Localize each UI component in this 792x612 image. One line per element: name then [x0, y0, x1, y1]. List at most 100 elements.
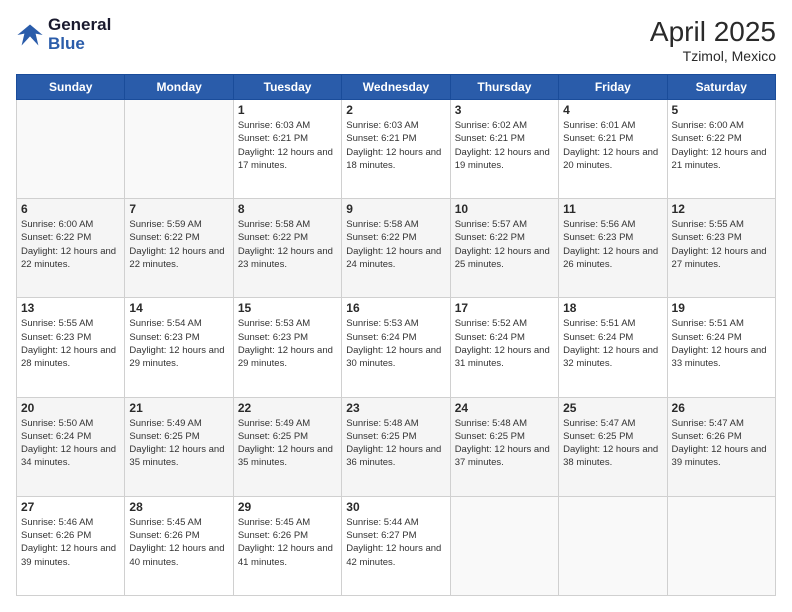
day-number: 25 — [563, 401, 662, 415]
calendar-week-row: 6Sunrise: 6:00 AM Sunset: 6:22 PM Daylig… — [17, 199, 776, 298]
table-row: 18 Sunrise: 5:51 AM Sunset: 6:24 PM Dayli… — [559, 298, 667, 397]
table-row — [17, 100, 125, 199]
day-number: 29 — [238, 500, 337, 514]
table-row: 14 Sunrise: 5:54 AM Sunset: 6:23 PM Dayli… — [125, 298, 233, 397]
day-info: Sunrise: 5:55 AM Sunset: 6:23 PM Dayligh… — [672, 218, 771, 271]
calendar-week-row: 27 Sunrise: 5:46 AM Sunset: 6:26 PM Dayli… — [17, 496, 776, 595]
day-number: 9 — [346, 202, 445, 216]
table-row: 24 Sunrise: 5:48 AM Sunset: 6:25 PM Dayli… — [450, 397, 558, 496]
header-sunday: Sunday — [17, 75, 125, 100]
table-row: 8 Sunrise: 5:58 AM Sunset: 6:22 PM Daylig… — [233, 199, 341, 298]
table-row: 28 Sunrise: 5:45 AM Sunset: 6:26 PM Dayli… — [125, 496, 233, 595]
day-info: Sunrise: 5:51 AM Sunset: 6:24 PM Dayligh… — [672, 317, 771, 370]
day-number: 19 — [672, 301, 771, 315]
table-row: 19 Sunrise: 5:51 AM Sunset: 6:24 PM Dayli… — [667, 298, 775, 397]
table-row: 1 Sunrise: 6:03 AM Sunset: 6:21 PM Daylig… — [233, 100, 341, 199]
day-number: 14 — [129, 301, 228, 315]
table-row: 29Sunrise: 5:45 AM Sunset: 6:26 PM Dayli… — [233, 496, 341, 595]
day-number: 15 — [238, 301, 337, 315]
table-row — [450, 496, 558, 595]
table-row: 4 Sunrise: 6:01 AM Sunset: 6:21 PM Daylig… — [559, 100, 667, 199]
table-row — [667, 496, 775, 595]
day-info: Sunrise: 5:53 AM Sunset: 6:23 PM Dayligh… — [238, 317, 337, 370]
header-monday: Monday — [125, 75, 233, 100]
table-row — [125, 100, 233, 199]
day-number: 2 — [346, 103, 445, 117]
day-number: 8 — [238, 202, 337, 216]
table-row: 17Sunrise: 5:52 AM Sunset: 6:24 PM Dayli… — [450, 298, 558, 397]
table-row — [559, 496, 667, 595]
day-info: Sunrise: 6:02 AM Sunset: 6:21 PM Dayligh… — [455, 119, 554, 172]
day-info: Sunrise: 5:48 AM Sunset: 6:25 PM Dayligh… — [346, 417, 445, 470]
table-row: 5 Sunrise: 6:00 AM Sunset: 6:22 PM Daylig… — [667, 100, 775, 199]
day-number: 16 — [346, 301, 445, 315]
day-number: 28 — [129, 500, 228, 514]
day-info: Sunrise: 5:51 AM Sunset: 6:24 PM Dayligh… — [563, 317, 662, 370]
day-info: Sunrise: 6:01 AM Sunset: 6:21 PM Dayligh… — [563, 119, 662, 172]
table-row: 3 Sunrise: 6:02 AM Sunset: 6:21 PM Daylig… — [450, 100, 558, 199]
day-number: 20 — [21, 401, 120, 415]
day-number: 13 — [21, 301, 120, 315]
day-number: 24 — [455, 401, 554, 415]
day-number: 17 — [455, 301, 554, 315]
table-row: 6Sunrise: 6:00 AM Sunset: 6:22 PM Daylig… — [17, 199, 125, 298]
header-thursday: Thursday — [450, 75, 558, 100]
day-info: Sunrise: 5:47 AM Sunset: 6:26 PM Dayligh… — [672, 417, 771, 470]
table-row: 26 Sunrise: 5:47 AM Sunset: 6:26 PM Dayli… — [667, 397, 775, 496]
table-row: 30Sunrise: 5:44 AM Sunset: 6:27 PM Dayli… — [342, 496, 450, 595]
calendar-week-row: 13 Sunrise: 5:55 AM Sunset: 6:23 PM Dayli… — [17, 298, 776, 397]
day-info: Sunrise: 5:58 AM Sunset: 6:22 PM Dayligh… — [346, 218, 445, 271]
title-area: April 2025 Tzimol, Mexico — [650, 16, 776, 64]
day-number: 12 — [672, 202, 771, 216]
header-tuesday: Tuesday — [233, 75, 341, 100]
logo-text: General Blue — [48, 16, 111, 53]
day-info: Sunrise: 5:58 AM Sunset: 6:22 PM Dayligh… — [238, 218, 337, 271]
day-info: Sunrise: 6:03 AM Sunset: 6:21 PM Dayligh… — [238, 119, 337, 172]
day-info: Sunrise: 5:49 AM Sunset: 6:25 PM Dayligh… — [238, 417, 337, 470]
day-number: 10 — [455, 202, 554, 216]
table-row: 13 Sunrise: 5:55 AM Sunset: 6:23 PM Dayli… — [17, 298, 125, 397]
calendar-week-row: 20 Sunrise: 5:50 AM Sunset: 6:24 PM Dayli… — [17, 397, 776, 496]
day-info: Sunrise: 5:46 AM Sunset: 6:26 PM Dayligh… — [21, 516, 120, 569]
table-row: 27 Sunrise: 5:46 AM Sunset: 6:26 PM Dayli… — [17, 496, 125, 595]
day-info: Sunrise: 5:47 AM Sunset: 6:25 PM Dayligh… — [563, 417, 662, 470]
day-number: 3 — [455, 103, 554, 117]
day-number: 23 — [346, 401, 445, 415]
header-friday: Friday — [559, 75, 667, 100]
day-number: 4 — [563, 103, 662, 117]
day-number: 5 — [672, 103, 771, 117]
page: General Blue April 2025 Tzimol, Mexico S… — [0, 0, 792, 612]
day-number: 27 — [21, 500, 120, 514]
day-number: 22 — [238, 401, 337, 415]
table-row: 22 Sunrise: 5:49 AM Sunset: 6:25 PM Dayli… — [233, 397, 341, 496]
table-row: 10 Sunrise: 5:57 AM Sunset: 6:22 PM Dayli… — [450, 199, 558, 298]
calendar-header-row: Sunday Monday Tuesday Wednesday Thursday… — [17, 75, 776, 100]
day-number: 11 — [563, 202, 662, 216]
day-info: Sunrise: 5:57 AM Sunset: 6:22 PM Dayligh… — [455, 218, 554, 271]
day-info: Sunrise: 5:48 AM Sunset: 6:25 PM Dayligh… — [455, 417, 554, 470]
day-info: Sunrise: 5:50 AM Sunset: 6:24 PM Dayligh… — [21, 417, 120, 470]
table-row: 16Sunrise: 5:53 AM Sunset: 6:24 PM Dayli… — [342, 298, 450, 397]
logo: General Blue — [16, 16, 111, 53]
table-row: 11 Sunrise: 5:56 AM Sunset: 6:23 PM Dayli… — [559, 199, 667, 298]
day-info: Sunrise: 5:56 AM Sunset: 6:23 PM Dayligh… — [563, 218, 662, 271]
day-info: Sunrise: 5:45 AM Sunset: 6:26 PM Dayligh… — [129, 516, 228, 569]
table-row: 12 Sunrise: 5:55 AM Sunset: 6:23 PM Dayli… — [667, 199, 775, 298]
day-info: Sunrise: 5:54 AM Sunset: 6:23 PM Dayligh… — [129, 317, 228, 370]
day-number: 26 — [672, 401, 771, 415]
table-row: 9 Sunrise: 5:58 AM Sunset: 6:22 PM Daylig… — [342, 199, 450, 298]
table-row: 20 Sunrise: 5:50 AM Sunset: 6:24 PM Dayli… — [17, 397, 125, 496]
day-info: Sunrise: 5:49 AM Sunset: 6:25 PM Dayligh… — [129, 417, 228, 470]
header: General Blue April 2025 Tzimol, Mexico — [16, 16, 776, 64]
table-row: 23 Sunrise: 5:48 AM Sunset: 6:25 PM Dayli… — [342, 397, 450, 496]
month-year: April 2025 — [650, 16, 776, 48]
day-number: 18 — [563, 301, 662, 315]
day-info: Sunrise: 5:59 AM Sunset: 6:22 PM Dayligh… — [129, 218, 228, 271]
location: Tzimol, Mexico — [650, 48, 776, 64]
logo-bird-icon — [16, 21, 44, 49]
day-info: Sunrise: 5:55 AM Sunset: 6:23 PM Dayligh… — [21, 317, 120, 370]
day-info: Sunrise: 6:00 AM Sunset: 6:22 PM Dayligh… — [672, 119, 771, 172]
day-number: 1 — [238, 103, 337, 117]
day-info: Sunrise: 5:44 AM Sunset: 6:27 PM Dayligh… — [346, 516, 445, 569]
header-saturday: Saturday — [667, 75, 775, 100]
